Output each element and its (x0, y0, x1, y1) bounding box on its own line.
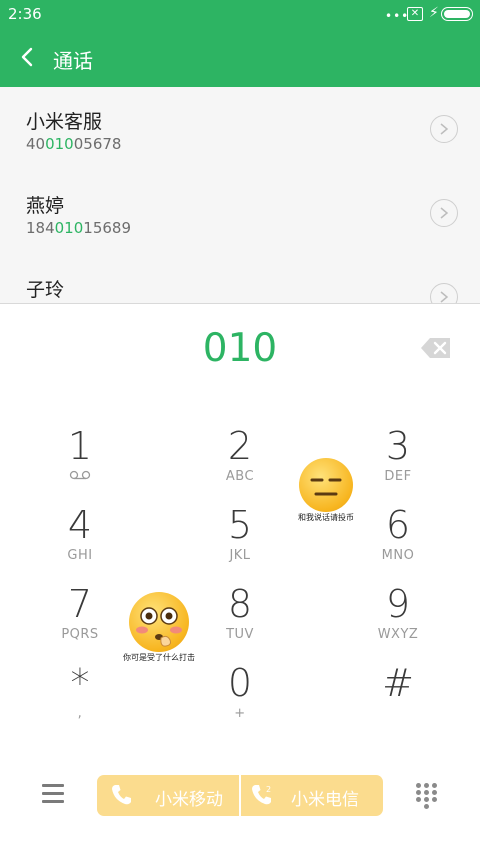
voicemail-icon (25, 469, 135, 484)
phone-icon (111, 784, 131, 810)
dial-key-4[interactable]: 4 GHI (25, 503, 135, 573)
contact-detail-chevron-icon[interactable] (430, 283, 458, 303)
dial-key-star[interactable]: * , (25, 661, 135, 731)
sticker-expressionless: 和我说话请投币 (290, 458, 362, 523)
contact-detail-chevron-icon[interactable] (430, 199, 458, 227)
notification-dots-icon: ••• (385, 9, 410, 23)
backspace-icon[interactable] (420, 336, 452, 360)
sim-off-icon: ✕ (407, 7, 423, 21)
flushed-emoji-icon (129, 592, 189, 652)
dial-key-5[interactable]: 5 JKL (185, 503, 295, 573)
back-arrow-icon[interactable] (16, 43, 46, 73)
keypad-toggle-icon[interactable] (416, 783, 438, 809)
sticker-caption: 和我说话请投币 (298, 513, 354, 522)
list-item[interactable]: 小米客服 4001005678 (0, 87, 480, 171)
menu-icon[interactable] (42, 784, 64, 804)
sticker-caption: 你可是受了什么打击 (123, 653, 195, 662)
call-sim2-button[interactable]: 2 小米电信 (241, 775, 383, 816)
contact-name: 子玲 (26, 279, 65, 301)
contact-number: 18401015689 (26, 219, 131, 237)
call-sim1-button[interactable]: 小米移动 (97, 775, 239, 816)
dial-key-9[interactable]: 9 WXYZ (343, 582, 453, 652)
sim2-label: 小米电信 (291, 790, 359, 810)
battery-icon (441, 7, 473, 21)
sim1-label: 小米移动 (155, 790, 223, 810)
list-item[interactable]: 子玲 (0, 255, 480, 303)
contact-number: 4001005678 (26, 135, 122, 153)
dial-key-hash[interactable]: # (343, 661, 453, 731)
page-title: 通话 (53, 49, 93, 73)
contact-detail-chevron-icon[interactable] (430, 115, 458, 143)
sticker-flushed: 你可是受了什么打击 (120, 592, 198, 663)
dial-key-8[interactable]: 8 TUV (185, 582, 295, 652)
title-bar: 通话 (0, 30, 480, 87)
list-item[interactable]: 燕婷 18401015689 (0, 171, 480, 255)
dial-key-2[interactable]: 2 ABC (185, 424, 295, 494)
expressionless-emoji-icon (299, 458, 353, 512)
phone-icon: 2 (251, 784, 273, 810)
dial-key-7[interactable]: 7 PQRS (25, 582, 135, 652)
svg-text:2: 2 (266, 785, 271, 794)
divider (0, 303, 480, 304)
bolt-icon: ⚡ (429, 5, 439, 21)
contact-name: 小米客服 (26, 111, 103, 133)
dialed-number: 010 (202, 326, 278, 371)
dial-key-1[interactable]: 1 (25, 424, 135, 494)
status-bar: 2:36 ••• ✕ ⚡ (0, 0, 480, 30)
contact-results-list: 小米客服 4001005678 燕婷 18401015689 子玲 (0, 87, 480, 303)
contact-name: 燕婷 (26, 195, 65, 217)
status-time: 2:36 (8, 5, 42, 23)
dial-key-0[interactable]: 0 + (185, 661, 295, 731)
